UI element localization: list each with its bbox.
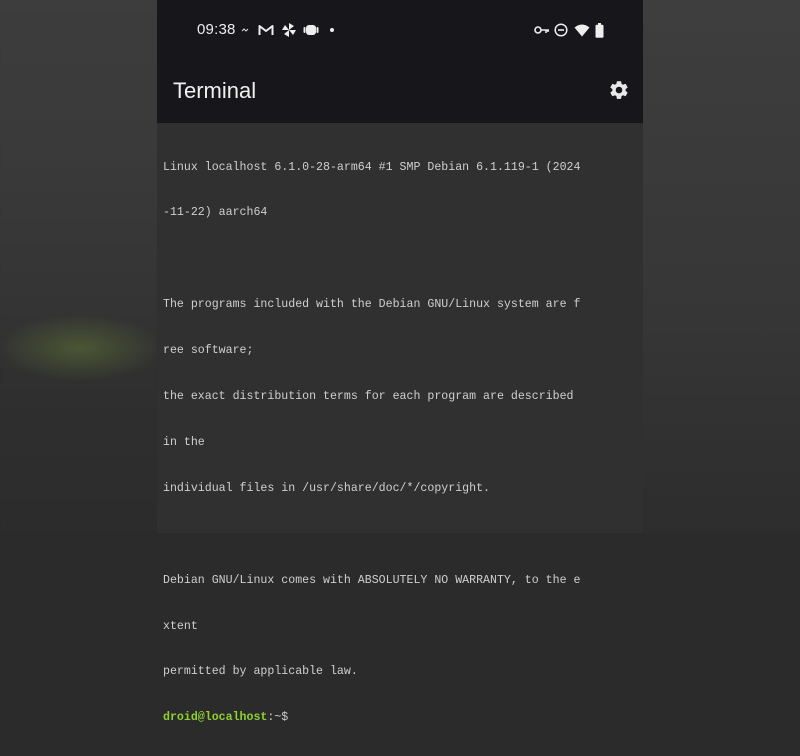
pinwheel-icon xyxy=(281,22,297,38)
status-clock: 09:38 xyxy=(197,21,236,38)
android-icon xyxy=(303,22,319,38)
terminal-line: the exact distribution terms for each pr… xyxy=(163,390,581,404)
terminal-line: Linux localhost 6.1.0-28-arm64 #1 SMP De… xyxy=(163,160,581,174)
phone-screen: 09:38 Terminal Linux localhost 6.1.0-28-… xyxy=(157,0,643,724)
status-bar: 09:38 xyxy=(157,18,643,42)
app-title: Terminal xyxy=(173,78,257,103)
terminal-line: The programs included with the Debian GN… xyxy=(163,298,581,312)
terminal-line: individual files in /usr/share/doc/*/cop… xyxy=(163,481,490,495)
top-app-area: 09:38 Terminal xyxy=(157,0,643,123)
wifi-icon xyxy=(574,22,590,38)
terminal-view[interactable]: Linux localhost 6.1.0-28-arm64 #1 SMP De… xyxy=(157,123,643,724)
terminal-output: Linux localhost 6.1.0-28-arm64 #1 SMP De… xyxy=(163,129,633,756)
settings-button[interactable] xyxy=(606,79,632,105)
terminal-line: in the xyxy=(163,435,205,449)
signal-small-icon xyxy=(241,22,249,38)
prompt-separator: : xyxy=(267,711,275,725)
vpn-key-icon xyxy=(534,22,550,38)
battery-icon xyxy=(595,22,604,38)
left-blurred-region xyxy=(0,0,157,533)
terminal-prompt[interactable]: droid@localhost:~$ xyxy=(163,710,633,725)
left-blurred-highlight xyxy=(0,300,157,400)
notification-dot-icon xyxy=(330,22,334,38)
terminal-line: ree software; xyxy=(163,344,254,358)
prompt-user: droid@localhost xyxy=(163,711,268,725)
right-blurred-region xyxy=(643,0,800,533)
terminal-line: xtent xyxy=(163,619,198,633)
terminal-line: -11-22) aarch64 xyxy=(163,206,268,220)
terminal-line: permitted by applicable law. xyxy=(163,665,358,679)
terminal-line: Debian GNU/Linux comes with ABSOLUTELY N… xyxy=(163,573,581,587)
prompt-path: ~$ xyxy=(274,711,289,725)
gmail-icon xyxy=(258,22,274,38)
do-not-disturb-icon xyxy=(554,22,568,38)
gear-icon xyxy=(608,79,630,106)
